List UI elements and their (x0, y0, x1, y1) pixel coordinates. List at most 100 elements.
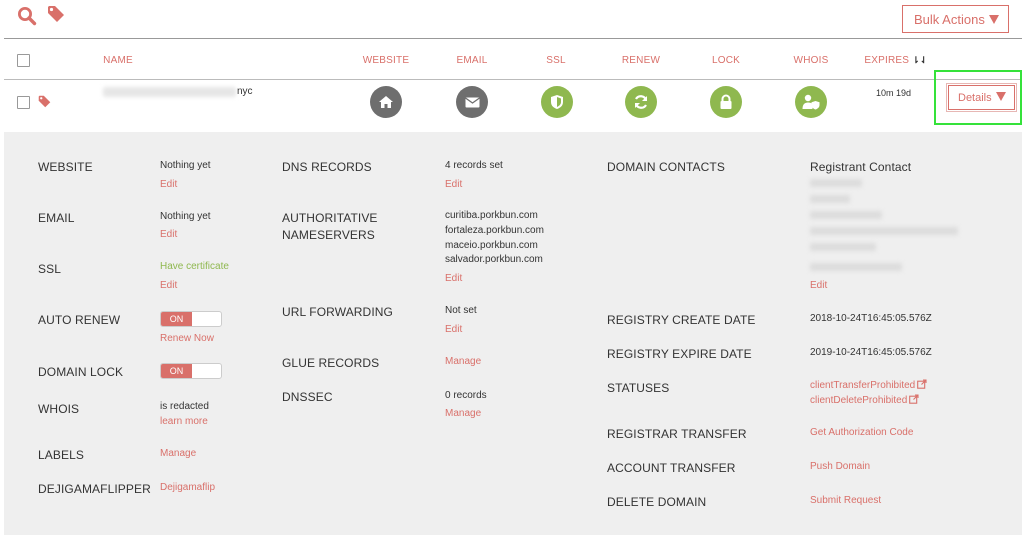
toolbar: Bulk Actions (0, 0, 1024, 40)
dnssec-label: DNSSEC (282, 390, 333, 404)
status-text: clientTransferProhibited (810, 380, 916, 391)
contact-edit-link[interactable]: Edit (810, 279, 827, 293)
user-shield-icon[interactable] (795, 86, 827, 118)
whois-label: WHOIS (38, 402, 80, 416)
status-link[interactable]: clientTransferProhibited (810, 379, 927, 393)
website-label: WEBSITE (38, 160, 93, 174)
dns-records-edit-link[interactable]: Edit (445, 178, 462, 192)
column-name[interactable]: NAME (103, 55, 133, 66)
contact-redacted-line (810, 263, 902, 271)
domain-name-suffix[interactable]: nyc (237, 86, 253, 97)
glue-records-manage-link[interactable]: Manage (445, 355, 481, 369)
column-email[interactable]: EMAIL (456, 55, 487, 66)
envelope-icon[interactable] (456, 86, 488, 118)
sort-icon: ⇂⇃ (912, 55, 928, 65)
nameserver-item: salvador.porkbun.com (445, 254, 543, 265)
table-header: NAME WEBSITE EMAIL SSL RENEW LOCK WHOIS … (0, 40, 1024, 78)
caret-down-icon (988, 14, 999, 24)
url-forwarding-value: Not set (445, 305, 477, 316)
nameservers-edit-link[interactable]: Edit (445, 272, 462, 286)
url-forwarding-label: URL FORWARDING (282, 305, 393, 319)
column-expires-label: EXPIRES (864, 55, 910, 66)
dejigamaflip-link[interactable]: Dejigamaflip (160, 481, 215, 495)
column-whois[interactable]: WHOIS (794, 55, 829, 66)
contact-redacted-line (810, 243, 876, 251)
renew-now-link[interactable]: Renew Now (160, 332, 214, 346)
expires-value: 10m 19d (876, 88, 912, 98)
get-authorization-code-link[interactable]: Get Authorization Code (810, 426, 913, 440)
column-expires[interactable]: EXPIRES ⇂⇃ (864, 55, 927, 66)
domain-name-redacted (103, 87, 236, 97)
column-ssl[interactable]: SSL (546, 55, 566, 66)
nameserver-item: maceio.porkbun.com (445, 240, 538, 251)
dns-records-label: DNS RECORDS (282, 160, 372, 174)
external-link-icon (917, 379, 927, 389)
nameservers-label-line1: AUTHORITATIVE (282, 211, 378, 225)
whois-value: is redacted (160, 401, 209, 412)
tag-icon[interactable] (47, 5, 65, 28)
nameserver-item: curitiba.porkbun.com (445, 210, 538, 221)
website-value: Nothing yet (160, 160, 211, 171)
select-all-checkbox[interactable] (17, 54, 30, 67)
column-website[interactable]: WEBSITE (363, 55, 409, 66)
ssl-label: SSL (38, 262, 61, 276)
bulk-actions-label: Bulk Actions (914, 11, 985, 27)
registry-expire-label: REGISTRY EXPIRE DATE (607, 347, 752, 361)
status-text: clientDeleteProhibited (810, 395, 908, 406)
url-forwarding-edit-link[interactable]: Edit (445, 323, 462, 337)
account-transfer-label: ACCOUNT TRANSFER (607, 461, 736, 475)
toggle-on-label: ON (161, 364, 192, 378)
registry-create-label: REGISTRY CREATE DATE (607, 313, 756, 327)
auto-renew-label: AUTO RENEW (38, 313, 121, 327)
registry-create-value: 2018-10-24T16:45:05.576Z (810, 313, 932, 324)
glue-records-label: GLUE RECORDS (282, 356, 380, 370)
divider (4, 38, 1022, 39)
dejigamaflipper-label: DEJIGAMAFLIPPER (38, 482, 151, 496)
domain-lock-label: DOMAIN LOCK (38, 365, 124, 379)
details-label: Details (958, 91, 992, 104)
nameserver-item: fortaleza.porkbun.com (445, 225, 544, 236)
statuses-label: STATUSES (607, 381, 670, 395)
search-icon[interactable] (17, 6, 37, 31)
dnssec-value: 0 records (445, 390, 487, 401)
email-value: Nothing yet (160, 211, 211, 222)
column-renew[interactable]: RENEW (622, 55, 660, 66)
registrar-transfer-label: REGISTRAR TRANSFER (607, 427, 747, 441)
lock-icon[interactable] (710, 86, 742, 118)
home-icon[interactable] (370, 86, 402, 118)
ssl-value: Have certificate (160, 261, 229, 272)
contact-redacted-line (810, 227, 958, 235)
registrant-contact-title: Registrant Contact (810, 160, 912, 174)
tag-icon[interactable] (38, 95, 51, 113)
email-edit-link[interactable]: Edit (160, 228, 177, 242)
labels-label: LABELS (38, 448, 84, 462)
details-panel: WEBSITE Nothing yet Edit EMAIL Nothing y… (4, 132, 1022, 535)
external-link-icon (909, 394, 919, 404)
registry-expire-value: 2019-10-24T16:45:05.576Z (810, 347, 932, 358)
contact-redacted-line (810, 211, 882, 219)
dns-records-value: 4 records set (445, 160, 503, 171)
whois-learn-more-link[interactable]: learn more (160, 415, 208, 429)
website-edit-link[interactable]: Edit (160, 178, 177, 192)
contact-redacted-line (810, 195, 850, 203)
row-checkbox[interactable] (17, 96, 30, 109)
domain-contacts-label: DOMAIN CONTACTS (607, 160, 725, 174)
labels-manage-link[interactable]: Manage (160, 447, 196, 461)
toggle-on-label: ON (161, 312, 192, 326)
caret-down-icon (995, 91, 1006, 101)
bulk-actions-button[interactable]: Bulk Actions (902, 5, 1009, 33)
ssl-edit-link[interactable]: Edit (160, 279, 177, 293)
column-lock[interactable]: LOCK (712, 55, 740, 66)
contact-redacted-line (810, 179, 862, 187)
email-label: EMAIL (38, 211, 75, 225)
nameservers-label-line2: NAMESERVERS (282, 228, 375, 242)
dnssec-manage-link[interactable]: Manage (445, 407, 481, 421)
submit-request-link[interactable]: Submit Request (810, 494, 881, 508)
push-domain-link[interactable]: Push Domain (810, 460, 870, 474)
shield-icon[interactable] (541, 86, 573, 118)
domain-lock-toggle[interactable]: ON (160, 363, 222, 379)
status-link[interactable]: clientDeleteProhibited (810, 394, 919, 408)
details-button[interactable]: Details (946, 83, 1017, 112)
refresh-icon[interactable] (625, 86, 657, 118)
auto-renew-toggle[interactable]: ON (160, 311, 222, 327)
